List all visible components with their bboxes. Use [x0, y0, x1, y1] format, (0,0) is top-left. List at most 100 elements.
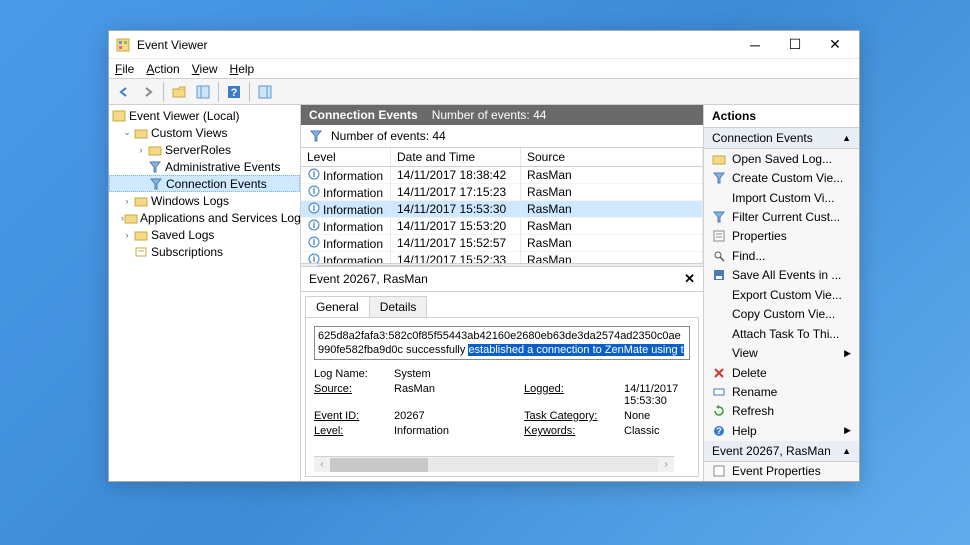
folder-icon	[133, 194, 149, 208]
tab-content: 625d8a2fafa3:582c0f85f55443ab42160e2680e…	[305, 317, 699, 477]
actions-group-label: Event 20267, RasMan	[712, 444, 831, 458]
tree-server-roles[interactable]: › ServerRoles	[109, 141, 300, 158]
filter-icon	[712, 210, 726, 224]
tab-general[interactable]: General	[305, 296, 370, 317]
folder-icon	[124, 211, 138, 225]
filter-bar: Number of events: 44	[301, 125, 703, 148]
action-attach-task[interactable]: Attach Task To Thi...	[704, 324, 859, 343]
tree-root-label: Event Viewer (Local)	[129, 109, 240, 123]
actions-group-connection[interactable]: Connection Events ▲	[704, 128, 859, 149]
expand-icon[interactable]: ›	[121, 196, 133, 206]
subscriptions-icon	[133, 245, 149, 259]
expand-icon[interactable]: ›	[135, 145, 147, 155]
tree-label: Custom Views	[151, 126, 227, 140]
open-icon	[712, 152, 726, 166]
tree-connection-events[interactable]: Connection Events	[109, 175, 300, 192]
minimize-button[interactable]: ─	[735, 32, 775, 58]
tree-root[interactable]: Event Viewer (Local)	[109, 107, 300, 124]
detail-pane: Event 20267, RasMan ✕ General Details 62…	[301, 266, 703, 481]
collapse-icon[interactable]: ▲	[842, 446, 851, 456]
action-find[interactable]: Find...	[704, 246, 859, 265]
svg-text:i: i	[313, 220, 316, 230]
tab-details[interactable]: Details	[369, 296, 428, 317]
folder-icon	[147, 143, 163, 157]
level-label: Level:	[314, 425, 394, 437]
detail-tabs: General Details	[301, 292, 703, 317]
tree-saved-logs[interactable]: › Saved Logs	[109, 226, 300, 243]
action-delete[interactable]: Delete	[704, 363, 859, 382]
action-refresh[interactable]: Refresh	[704, 402, 859, 421]
tree-label: Applications and Services Logs	[140, 211, 301, 225]
actions-group-label: Connection Events	[712, 131, 813, 145]
event-count: Number of events: 44	[432, 108, 547, 122]
logged-value: 14/11/2017 15:53:30	[624, 383, 690, 407]
logged-label: Logged:	[524, 383, 624, 407]
menu-file[interactable]: File	[115, 62, 134, 76]
delete-icon	[712, 366, 726, 380]
event-viewer-icon	[111, 109, 127, 123]
save-icon	[712, 268, 726, 282]
action-save-all[interactable]: Save All Events in ...	[704, 266, 859, 285]
col-level[interactable]: Level	[301, 148, 391, 166]
action-rename[interactable]: Rename	[704, 382, 859, 401]
event-properties: Log Name: System Source: RasMan Logged: …	[314, 368, 690, 437]
properties-icon	[712, 464, 726, 478]
middle-pane: Connection Events Number of events: 44 N…	[301, 105, 703, 481]
forward-button[interactable]	[137, 81, 159, 103]
horizontal-scrollbar[interactable]: ‹›	[301, 263, 703, 266]
menu-action[interactable]: Action	[146, 62, 179, 76]
folder-icon	[133, 228, 149, 242]
action-properties[interactable]: Properties	[704, 227, 859, 246]
expand-icon[interactable]: ⌄	[121, 127, 133, 138]
section-header: Connection Events Number of events: 44	[301, 105, 703, 125]
menu-help[interactable]: Help	[230, 62, 255, 76]
find-icon	[712, 249, 726, 263]
info-icon: i	[307, 218, 321, 232]
action-help[interactable]: ?Help▶	[704, 421, 859, 440]
content-area: Event Viewer (Local) ⌄ Custom Views › Se…	[109, 105, 859, 481]
task-cat-label: Task Category:	[524, 410, 624, 422]
tree-label: Windows Logs	[151, 194, 229, 208]
action-filter-current[interactable]: Filter Current Cust...	[704, 207, 859, 226]
tree-label: ServerRoles	[165, 143, 231, 157]
list-row[interactable]: iInformation14/11/2017 15:52:33RasMan	[301, 252, 703, 263]
source-value: RasMan	[394, 383, 524, 407]
action-event-properties[interactable]: Event Properties	[704, 462, 859, 481]
collapse-icon[interactable]: ▲	[842, 133, 851, 143]
list-header: Level Date and Time Source	[301, 148, 703, 167]
svg-text:i: i	[313, 203, 316, 213]
log-name-value: System	[394, 368, 524, 380]
col-date[interactable]: Date and Time	[391, 148, 521, 166]
action-import-custom[interactable]: Import Custom Vi...	[704, 188, 859, 207]
tree-admin-events[interactable]: Administrative Events	[109, 158, 300, 175]
help-button[interactable]: ?	[223, 81, 245, 103]
tree-app-services[interactable]: › Applications and Services Logs	[109, 209, 300, 226]
action-export-custom[interactable]: Export Custom Vie...	[704, 285, 859, 304]
submenu-icon: ▶	[844, 425, 851, 436]
tree-custom-views[interactable]: ⌄ Custom Views	[109, 124, 300, 141]
event-message[interactable]: 625d8a2fafa3:582c0f85f55443ab42160e2680e…	[314, 326, 690, 360]
titlebar: Event Viewer ─ ☐ ✕	[109, 31, 859, 59]
action-open-saved[interactable]: Open Saved Log...	[704, 149, 859, 168]
tree-subscriptions[interactable]: Subscriptions	[109, 243, 300, 260]
action-create-custom[interactable]: Create Custom Vie...	[704, 168, 859, 187]
expand-icon[interactable]: ›	[121, 230, 133, 240]
tree-label: Connection Events	[166, 177, 267, 191]
detail-close-button[interactable]: ✕	[684, 271, 695, 287]
task-cat-value: None	[624, 410, 690, 422]
detail-hscroll[interactable]: ‹›	[314, 456, 674, 472]
action-copy-custom[interactable]: Copy Custom Vie...	[704, 305, 859, 324]
tree-windows-logs[interactable]: › Windows Logs	[109, 192, 300, 209]
list-body[interactable]: iInformation14/11/2017 18:38:42RasManiIn…	[301, 167, 703, 263]
actions-group-event[interactable]: Event 20267, RasMan ▲	[704, 441, 859, 462]
svg-text:i: i	[313, 254, 316, 263]
folder-button[interactable]	[168, 81, 190, 103]
layout-button[interactable]	[192, 81, 214, 103]
panel-button[interactable]	[254, 81, 276, 103]
action-view[interactable]: View▶	[704, 343, 859, 362]
close-button[interactable]: ✕	[815, 32, 855, 58]
col-source[interactable]: Source	[521, 148, 703, 166]
back-button[interactable]	[113, 81, 135, 103]
menu-view[interactable]: View	[192, 62, 218, 76]
maximize-button[interactable]: ☐	[775, 32, 815, 58]
